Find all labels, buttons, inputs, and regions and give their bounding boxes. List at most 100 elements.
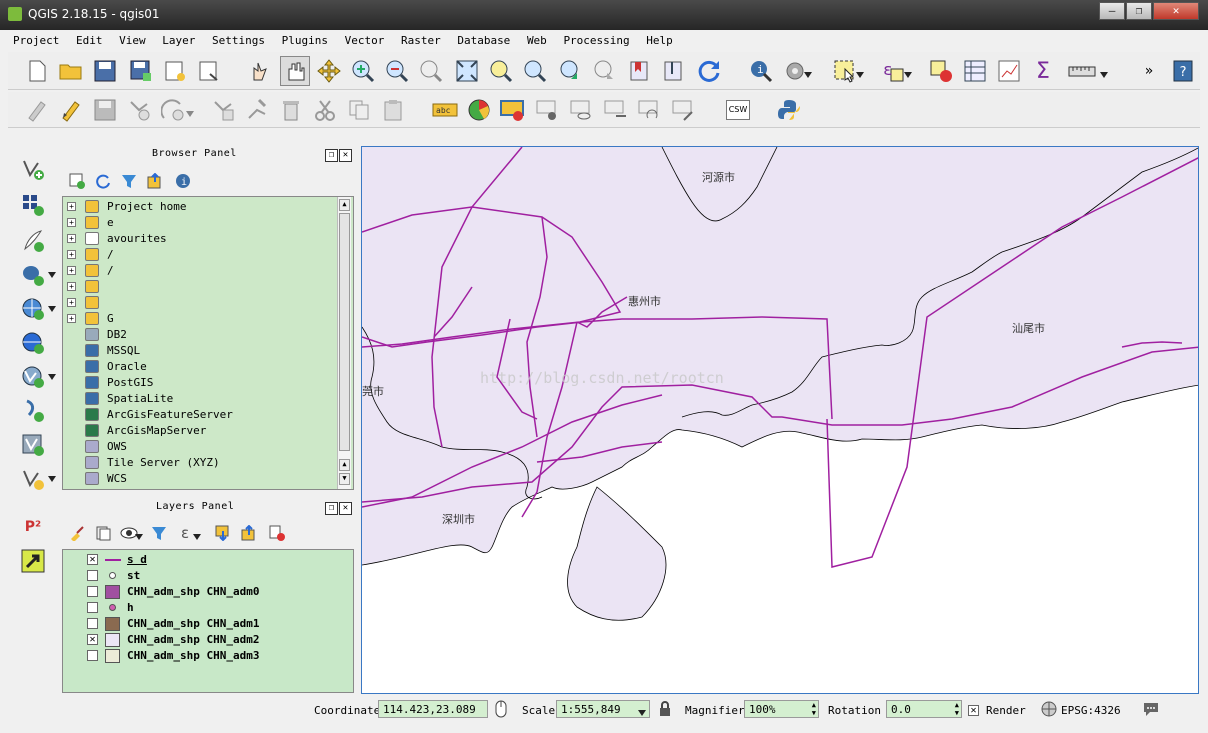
circular-dropdown-icon[interactable] xyxy=(184,101,196,127)
toggle-editing-pencil-icon[interactable] xyxy=(58,97,84,123)
add-delimited-text-icon[interactable] xyxy=(20,228,46,254)
layer-visibility-checkbox[interactable]: ✕ xyxy=(87,634,98,645)
magnifier-stepper-icon[interactable]: ▲ ▼ xyxy=(812,701,816,717)
statistical-summary-icon[interactable] xyxy=(996,58,1022,84)
minimize-button[interactable]: – xyxy=(1099,2,1125,20)
scroll-up-icon[interactable]: ▲ xyxy=(339,199,350,211)
magnifier-spinbox[interactable]: 100% ▲ ▼ xyxy=(744,700,819,718)
measure-dropdown-icon[interactable] xyxy=(1098,62,1110,88)
layer-visibility-checkbox[interactable] xyxy=(87,650,98,661)
add-feature-icon[interactable] xyxy=(126,97,152,123)
toggle-extents-mouse-icon[interactable] xyxy=(490,698,512,720)
plugin-arrow-icon[interactable] xyxy=(20,548,46,574)
scroll-down-icon[interactable]: ▼ xyxy=(339,473,350,485)
move-label-icon[interactable] xyxy=(602,97,628,123)
change-label-icon[interactable] xyxy=(670,97,696,123)
zoom-in-icon[interactable] xyxy=(350,58,376,84)
coordinate-field[interactable]: 114.423,23.089 xyxy=(378,700,488,718)
layer-labeling-icon[interactable]: abc xyxy=(432,97,458,123)
csw-metasearch-icon[interactable]: CSW xyxy=(724,97,752,123)
expand-all-icon[interactable] xyxy=(210,520,236,546)
map-svg[interactable]: 河源市 惠州市 汕尾市 莞市 深圳市 http://blog.csdn.net/… xyxy=(362,147,1199,694)
map-canvas[interactable]: 河源市 惠州市 汕尾市 莞市 深圳市 http://blog.csdn.net/… xyxy=(361,146,1199,694)
pan-to-selection-icon[interactable] xyxy=(316,58,342,84)
wfs-dropdown-icon[interactable] xyxy=(46,364,58,390)
zoom-full-icon[interactable] xyxy=(454,58,480,84)
render-checkbox[interactable]: ✕ xyxy=(968,703,979,716)
highlight-pinned-labels-icon[interactable] xyxy=(534,97,560,123)
layers-float-icon[interactable]: ❐ xyxy=(325,502,338,515)
expand-toggle-icon[interactable]: + xyxy=(67,234,76,243)
save-project-icon[interactable] xyxy=(92,58,118,84)
diagram-pie-icon[interactable] xyxy=(466,97,492,123)
new-layer-dropdown-icon[interactable] xyxy=(46,466,58,492)
menu-plugins[interactable]: Plugins xyxy=(277,31,333,50)
paste-features-icon[interactable] xyxy=(380,97,406,123)
expand-toggle-icon[interactable]: + xyxy=(67,314,76,323)
expression-filter-dropdown-icon[interactable] xyxy=(192,524,202,550)
rotation-stepper-icon[interactable]: ▲ ▼ xyxy=(955,701,959,717)
zoom-last-icon[interactable] xyxy=(558,58,584,84)
scale-combobox[interactable]: 1:555,849 xyxy=(556,700,650,718)
crs-label[interactable]: EPSG:4326 xyxy=(1061,704,1121,717)
python-console-icon[interactable] xyxy=(776,97,802,123)
add-vector-layer-icon[interactable] xyxy=(20,156,46,182)
layers-close-icon[interactable]: ✕ xyxy=(339,502,352,515)
enable-properties-info-icon[interactable]: i xyxy=(170,168,196,194)
layer-visibility-checkbox[interactable] xyxy=(87,602,98,613)
visibility-dropdown-icon[interactable] xyxy=(134,524,144,550)
new-print-composer-icon[interactable] xyxy=(162,58,188,84)
save-as-icon[interactable] xyxy=(128,58,154,84)
rotation-spinbox[interactable]: 0.0 ▲ ▼ xyxy=(886,700,962,718)
new-bookmark-icon[interactable] xyxy=(626,58,652,84)
layer-row[interactable]: CHN_adm_shp CHN_adm0 xyxy=(63,584,353,600)
browser-close-icon[interactable]: ✕ xyxy=(339,149,352,162)
messages-bubble-icon[interactable] xyxy=(1140,698,1162,720)
current-edits-icon[interactable] xyxy=(24,97,50,123)
layer-row[interactable]: CHN_adm_shp CHN_adm3 xyxy=(63,648,353,664)
menu-processing[interactable]: Processing xyxy=(558,31,634,50)
add-raster-layer-icon[interactable] xyxy=(20,192,46,218)
browser-scrollbar[interactable]: ▲ ▲ ▼ xyxy=(337,197,351,489)
cut-features-icon[interactable] xyxy=(312,97,338,123)
select-dropdown-icon[interactable] xyxy=(854,62,866,88)
menu-web[interactable]: Web xyxy=(522,31,552,50)
save-edits-icon[interactable] xyxy=(92,97,118,123)
attribute-table-icon[interactable] xyxy=(962,58,988,84)
zoom-next-icon[interactable] xyxy=(592,58,618,84)
layer-row[interactable]: ✕ s d xyxy=(63,552,353,568)
menu-database[interactable]: Database xyxy=(452,31,515,50)
zoom-out-icon[interactable] xyxy=(384,58,410,84)
menu-layer[interactable]: Layer xyxy=(157,31,200,50)
menu-raster[interactable]: Raster xyxy=(396,31,446,50)
wms-dropdown-icon[interactable] xyxy=(46,296,58,322)
delete-selected-icon[interactable] xyxy=(278,97,304,123)
refresh-icon[interactable] xyxy=(696,58,722,84)
expand-toggle-icon[interactable]: + xyxy=(67,218,76,227)
zoom-to-layer-icon[interactable] xyxy=(522,58,548,84)
scale-lock-icon[interactable] xyxy=(654,698,676,720)
add-postgis-layer-icon[interactable] xyxy=(20,262,46,288)
collapse-all-icon[interactable] xyxy=(142,168,168,194)
render-check-icon[interactable]: ✕ xyxy=(968,704,979,716)
node-tool-icon[interactable] xyxy=(244,97,270,123)
expand-toggle-icon[interactable]: + xyxy=(67,250,76,259)
expand-toggle-icon[interactable]: + xyxy=(67,298,76,307)
add-group-icon[interactable] xyxy=(90,520,116,546)
layer-visibility-checkbox[interactable] xyxy=(87,618,98,629)
pan-map-icon[interactable] xyxy=(280,56,310,86)
layer-visibility-checkbox[interactable] xyxy=(87,570,98,581)
identify-features-icon[interactable]: i xyxy=(748,58,774,84)
expand-toggle-icon[interactable]: + xyxy=(67,202,76,211)
layer-row[interactable]: ✕ CHN_adm_shp CHN_adm2 xyxy=(63,632,353,648)
open-project-icon[interactable] xyxy=(58,58,84,84)
expand-toggle-icon[interactable]: + xyxy=(67,282,76,291)
scroll-thumb[interactable] xyxy=(339,213,350,451)
layer-row[interactable]: CHN_adm_shp CHN_adm1 xyxy=(63,616,353,632)
maximize-button[interactable]: ❐ xyxy=(1126,2,1152,20)
layer-visibility-checkbox[interactable] xyxy=(87,586,98,597)
postgis-dropdown-icon[interactable] xyxy=(46,262,58,288)
scroll-up2-icon[interactable]: ▲ xyxy=(339,459,350,471)
menu-project[interactable]: Project xyxy=(8,31,64,50)
close-button[interactable]: ✕ xyxy=(1153,2,1199,20)
